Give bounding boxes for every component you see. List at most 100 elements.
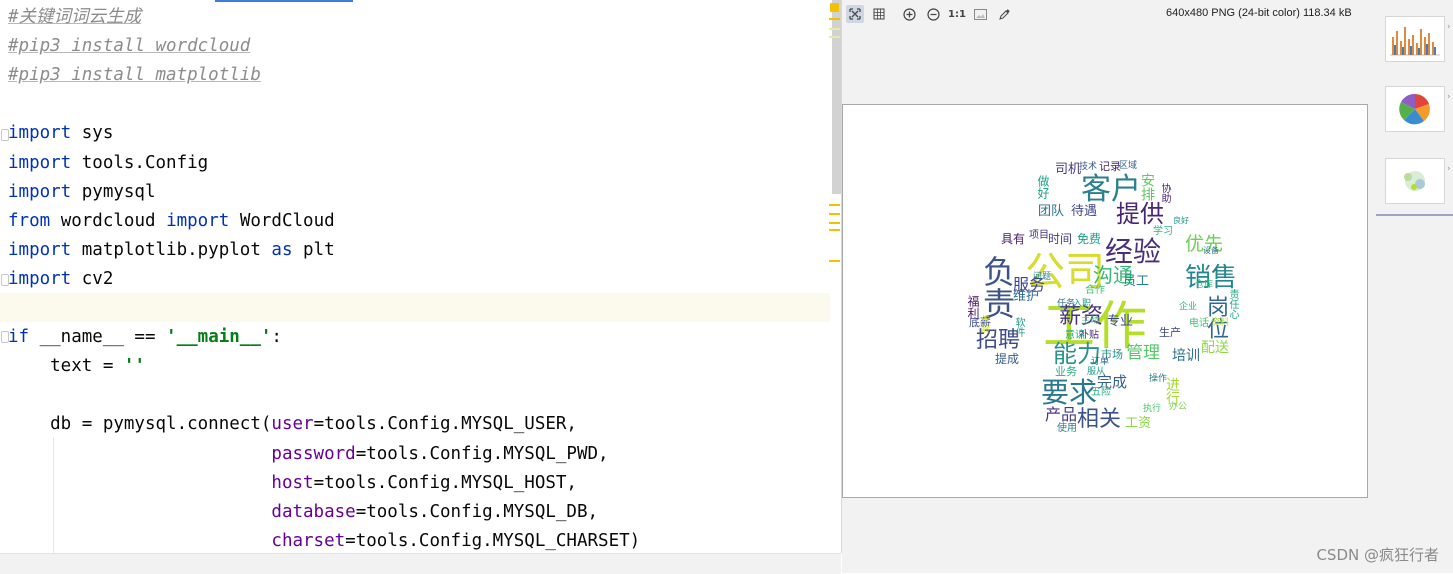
code-token: wordcloud bbox=[50, 210, 167, 231]
code-line[interactable]: #关键词词云生成 bbox=[8, 3, 141, 32]
thumbnail-panel: › › › bbox=[1376, 0, 1453, 573]
pin-icon[interactable]: › bbox=[1447, 164, 1451, 174]
code-line[interactable]: host=tools.Config.MYSQL_HOST, bbox=[8, 469, 577, 498]
warning-indicator-icon[interactable] bbox=[830, 3, 839, 12]
fit-screen-icon[interactable] bbox=[846, 5, 864, 23]
wordcloud-word: 专业 bbox=[1107, 314, 1134, 329]
wordcloud-word: 责任心 bbox=[1227, 289, 1238, 319]
code-token: WordCloud bbox=[229, 210, 335, 231]
code-line[interactable]: import cv2 bbox=[8, 265, 113, 294]
wordcloud-word: 订单 bbox=[1091, 357, 1110, 367]
actual-size-button[interactable]: 1:1 bbox=[948, 5, 966, 23]
code-token: database bbox=[271, 501, 356, 522]
wordcloud-word: 司机 bbox=[1055, 162, 1082, 177]
warning-mark[interactable] bbox=[829, 213, 840, 215]
code-line[interactable]: #pip3 install matplotlib bbox=[8, 61, 261, 90]
wordcloud-word: 服从 bbox=[1087, 367, 1106, 377]
warning-mark[interactable] bbox=[829, 204, 840, 206]
thumbnail-wordcloud[interactable] bbox=[1385, 158, 1445, 204]
wordcloud-word: 学习 bbox=[1153, 226, 1173, 237]
thumbnail-selection-bar bbox=[1376, 214, 1453, 216]
wordcloud-word: 主动 bbox=[1081, 316, 1100, 326]
code-token: user bbox=[271, 414, 314, 435]
warning-mark[interactable] bbox=[829, 18, 840, 20]
warning-mark[interactable] bbox=[829, 260, 840, 262]
code-line[interactable]: import pymysql bbox=[8, 178, 156, 207]
code-line[interactable]: db = pymysql.connect(user=tools.Config.M… bbox=[8, 410, 577, 439]
wordcloud-word: 做好 bbox=[1036, 175, 1050, 199]
code-token: __name__ == bbox=[29, 327, 167, 348]
code-token: import bbox=[8, 239, 72, 260]
code-token: matplotlib.pyplot bbox=[71, 239, 272, 260]
code-token: '__main__' bbox=[166, 327, 272, 348]
code-token: pymysql bbox=[71, 181, 156, 202]
wordcloud-word: 维护 bbox=[1013, 289, 1040, 304]
indent-guide bbox=[53, 437, 54, 553]
code-line[interactable]: #pip3 install wordcloud bbox=[8, 32, 250, 61]
wordcloud-word: 负责 bbox=[978, 255, 1016, 319]
image-canvas[interactable]: 工作 公司 经验 客户 提供 要求 销售 负责 能力 薪资 招聘 沟通 优先 岗位 相关 服务 管理 完成 产品 员工… bbox=[842, 104, 1368, 498]
fold-marker-icon[interactable] bbox=[1, 274, 9, 286]
thumbnail-pie-chart[interactable] bbox=[1385, 86, 1445, 132]
code-token: =tools.Config.MYSQL_PWD, bbox=[355, 443, 609, 464]
wordcloud-word: 技术 bbox=[1079, 162, 1098, 172]
code-token: host bbox=[271, 472, 314, 493]
code-token: #pip3 install matplotlib bbox=[8, 65, 261, 86]
code-token: text = bbox=[8, 356, 124, 377]
code-line[interactable]: password=tools.Config.MYSQL_PWD, bbox=[8, 440, 609, 469]
code-token: import bbox=[8, 123, 72, 144]
wordcloud-word: 提供 bbox=[1116, 200, 1164, 228]
wordcloud-word: 安排 bbox=[1139, 173, 1155, 201]
code-line[interactable]: from wordcloud import WordCloud bbox=[8, 207, 335, 236]
pin-icon[interactable]: › bbox=[1447, 22, 1451, 32]
thumbnail-bar-chart[interactable] bbox=[1385, 16, 1445, 62]
code-token: as bbox=[271, 239, 293, 260]
code-line[interactable]: charset=tools.Config.MYSQL_CHARSET) bbox=[8, 527, 640, 553]
code-line[interactable]: if __name__ == '__main__': bbox=[8, 323, 282, 352]
code-token: password bbox=[271, 443, 356, 464]
fold-marker-icon[interactable] bbox=[1, 129, 9, 141]
image-viewer: 1:1 640x480 PNG (24-bit color) 118.34 kB… bbox=[842, 0, 1453, 573]
code-token: import bbox=[8, 152, 72, 173]
wordcloud-word: 年龄 bbox=[979, 315, 989, 333]
wordcloud-word: 问题 bbox=[1033, 272, 1052, 282]
code-line[interactable]: import sys bbox=[8, 119, 113, 148]
grid-icon[interactable] bbox=[870, 5, 888, 23]
code-line[interactable]: import matplotlib.pyplot as plt bbox=[8, 236, 335, 265]
wordcloud-word: 协助 bbox=[1159, 183, 1170, 203]
code-token: import bbox=[166, 210, 230, 231]
code-token: =tools.Config.MYSQL_CHARSET) bbox=[345, 530, 641, 551]
typo-mark[interactable] bbox=[829, 28, 840, 30]
wordcloud-word: 经验 bbox=[1105, 235, 1162, 268]
wordcloud-word: 记录 bbox=[1099, 160, 1121, 173]
code-line[interactable]: import tools.Config bbox=[8, 149, 208, 178]
watermark: CSDN @疯狂行者 bbox=[1316, 546, 1439, 564]
code-token: charset bbox=[271, 530, 346, 551]
image-info: 640x480 PNG (24-bit color) 118.34 kB bbox=[1166, 7, 1352, 19]
code-token: from bbox=[8, 210, 51, 231]
code-line[interactable]: text = '' bbox=[8, 352, 145, 381]
active-tab-indicator bbox=[215, 0, 353, 2]
code-line[interactable]: database=tools.Config.MYSQL_DB, bbox=[8, 498, 598, 527]
pin-icon[interactable]: › bbox=[1447, 92, 1451, 102]
warning-mark[interactable] bbox=[829, 229, 840, 231]
fold-marker-icon[interactable] bbox=[1, 331, 9, 343]
color-picker-icon[interactable] bbox=[996, 5, 1014, 23]
wordcloud-word: 合作 bbox=[1085, 285, 1105, 296]
wordcloud-word: 工资 bbox=[1125, 416, 1152, 431]
wordcloud-word: 五险 bbox=[1091, 387, 1111, 398]
code-token: =tools.Config.MYSQL_DB, bbox=[355, 501, 599, 522]
background-icon[interactable] bbox=[971, 5, 989, 23]
warning-mark[interactable] bbox=[829, 222, 840, 224]
code-token: import bbox=[8, 268, 72, 289]
horizontal-scrollbar[interactable] bbox=[0, 553, 841, 574]
typo-mark[interactable] bbox=[829, 36, 840, 38]
wordcloud-word: 操作 bbox=[1149, 374, 1168, 384]
zoom-out-icon[interactable] bbox=[924, 5, 942, 23]
zoom-in-icon[interactable] bbox=[900, 5, 918, 23]
code-editor[interactable]: #关键词词云生成 #pip3 install wordcloud #pip3 ins… bbox=[0, 0, 842, 553]
code-token: plt bbox=[292, 239, 335, 260]
